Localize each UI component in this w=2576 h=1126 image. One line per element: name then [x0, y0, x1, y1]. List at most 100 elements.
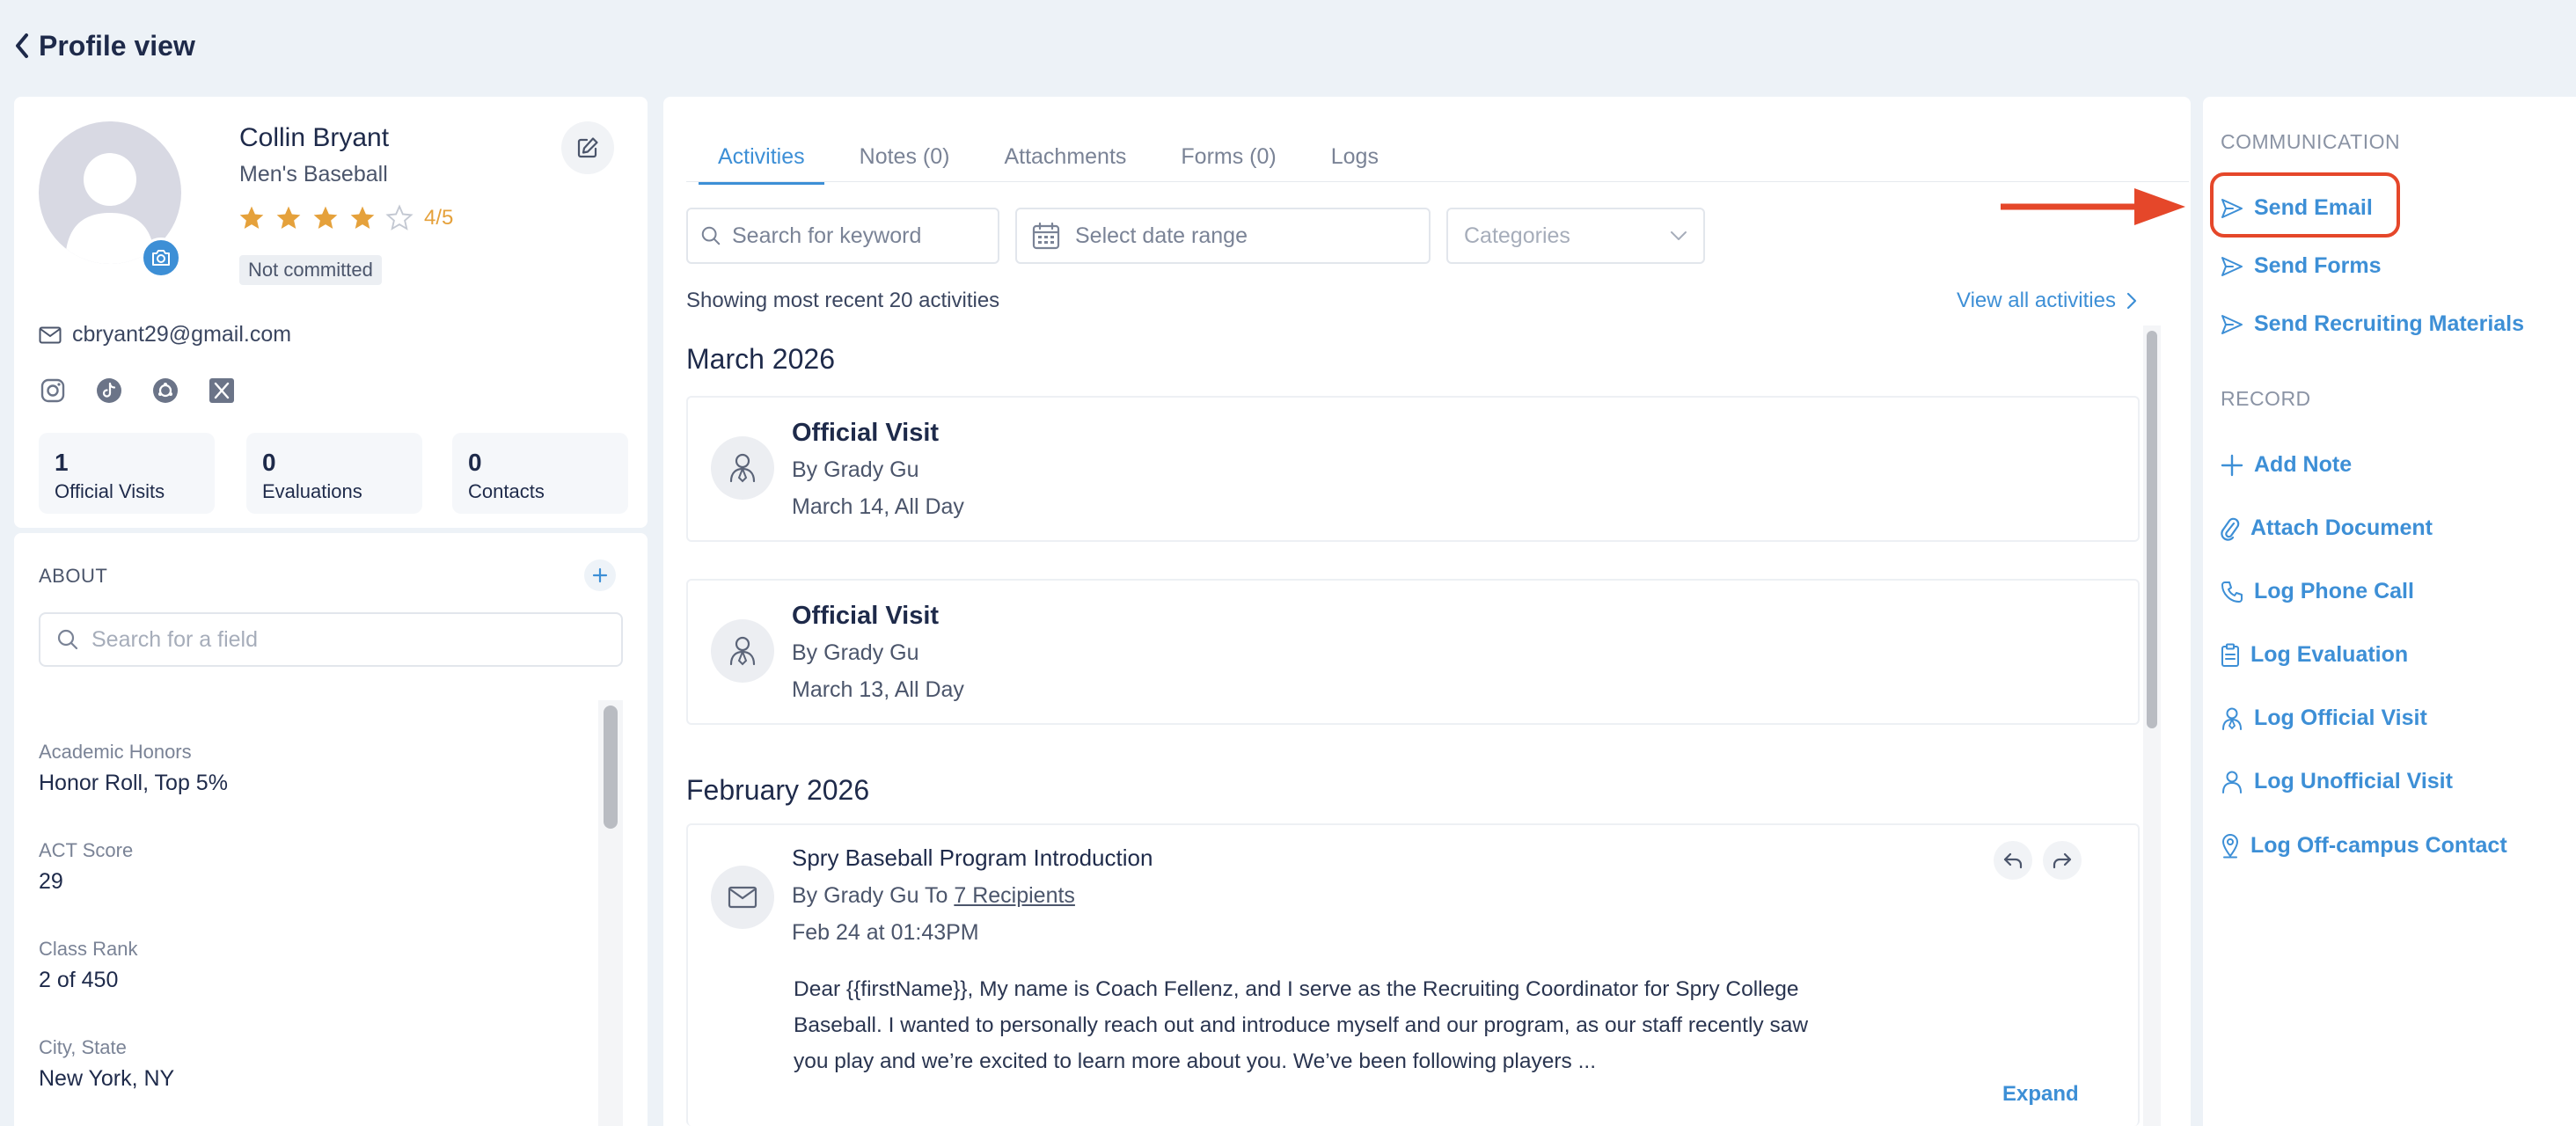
plus-icon [592, 567, 608, 583]
record-heading: RECORD [2221, 387, 2311, 410]
x-icon[interactable] [208, 377, 236, 405]
action-label: Send Forms [2254, 253, 2382, 278]
tab-logs[interactable]: Logs [1312, 141, 1398, 185]
profile-name: Collin Bryant [239, 123, 390, 152]
about-heading: ABOUT [39, 565, 108, 587]
star-filled-icon [313, 206, 338, 229]
phone-icon [2221, 581, 2243, 603]
send-recruiting-materials-action[interactable]: Send Recruiting Materials [2221, 311, 2524, 337]
clipboard-icon [2221, 643, 2240, 668]
attach-document-action[interactable]: Attach Document [2221, 515, 2433, 541]
email-subject: Spry Baseball Program Introduction [792, 844, 1153, 871]
rating-text: 4/5 [424, 206, 454, 230]
month-heading: February 2026 [686, 774, 870, 806]
field-search-placeholder: Search for a field [91, 626, 258, 652]
actions-panel [2203, 97, 2576, 1126]
showing-count-text: Showing most recent 20 activities [686, 289, 1000, 312]
action-label: Log Official Visit [2254, 706, 2427, 730]
field-value: 29 [39, 869, 63, 894]
stat-evaluations: 0 Evaluations [246, 433, 422, 514]
send-forms-action[interactable]: Send Forms [2221, 253, 2381, 279]
tiktok-icon[interactable] [95, 377, 123, 405]
keyword-search-input[interactable]: Search for keyword [686, 208, 999, 264]
forward-icon [2052, 852, 2073, 869]
about-field: Academic Honors Honor Roll, Top 5% [39, 741, 228, 796]
profile-email[interactable]: cbryant29@gmail.com [39, 322, 291, 347]
action-label: Attach Document [2250, 515, 2433, 540]
recipients-link[interactable]: 7 Recipients [954, 883, 1075, 908]
stat-value: 1 [55, 449, 69, 476]
star-filled-icon [239, 206, 264, 229]
official-visit-icon [2221, 706, 2243, 731]
field-search-input[interactable]: Search for a field [39, 612, 623, 667]
log-off-campus-contact-action[interactable]: Log Off-campus Contact [2221, 832, 2507, 859]
log-unofficial-visit-action[interactable]: Log Unofficial Visit [2221, 769, 2453, 794]
view-all-activities-link[interactable]: View all activities [1957, 289, 2137, 313]
fields-scrollbar[interactable] [604, 706, 618, 829]
star-rating: 4/5 [238, 204, 453, 232]
forward-button[interactable] [2043, 841, 2082, 880]
field-label: Academic Honors [39, 741, 192, 763]
categories-select[interactable]: Categories [1446, 208, 1705, 264]
activity-title: Official Visit [792, 602, 940, 630]
threads-icon[interactable] [151, 377, 179, 405]
stat-label: Contacts [468, 480, 545, 502]
reply-icon [2002, 852, 2023, 869]
view-all-label: View all activities [1957, 289, 2116, 312]
social-links [39, 377, 236, 405]
action-label: Add Note [2254, 452, 2353, 477]
date-range-placeholder: Select date range [1075, 223, 1248, 248]
send-email-action[interactable]: Send Email [2221, 195, 2373, 221]
add-field-button[interactable] [584, 559, 616, 591]
log-evaluation-action[interactable]: Log Evaluation [2221, 642, 2408, 668]
tab-activities[interactable]: Activities [699, 141, 824, 185]
date-range-picker[interactable]: Select date range [1015, 208, 1431, 264]
official-visit-icon [711, 619, 774, 683]
activity-author: By Grady Gu [792, 457, 919, 482]
categories-placeholder: Categories [1464, 223, 1570, 248]
log-official-visit-action[interactable]: Log Official Visit [2221, 706, 2427, 731]
send-icon [2221, 198, 2243, 219]
search-icon [56, 628, 79, 651]
email-by: By Grady Gu To [792, 883, 955, 908]
paperclip-icon [2221, 516, 2240, 541]
user-icon [2221, 770, 2243, 794]
add-note-action[interactable]: Add Note [2221, 452, 2352, 478]
activity-date: March 13, All Day [792, 677, 964, 702]
about-field: Class Rank 2 of 450 [39, 938, 137, 993]
about-field: ACT Score 29 [39, 839, 133, 895]
star-filled-icon [350, 206, 375, 229]
back-chevron-icon[interactable] [14, 33, 30, 59]
email-date: Feb 24 at 01:43PM [792, 920, 979, 945]
tabs-divider [686, 181, 2189, 182]
stat-label: Evaluations [262, 480, 362, 502]
camera-icon[interactable] [141, 238, 181, 278]
tab-attachments[interactable]: Attachments [984, 141, 1145, 185]
calendar-icon [1031, 221, 1061, 251]
tab-notes[interactable]: Notes (0) [840, 141, 970, 185]
edit-profile-button[interactable] [561, 121, 614, 174]
expand-link[interactable]: Expand [2002, 1082, 2079, 1107]
action-label: Log Unofficial Visit [2254, 769, 2453, 793]
email-body: Dear {{firstName}}, My name is Coach Fel… [794, 977, 1809, 1073]
field-label: City, State [39, 1036, 127, 1058]
reply-button[interactable] [1994, 841, 2032, 880]
instagram-icon[interactable] [39, 377, 67, 405]
action-label: Log Phone Call [2254, 579, 2414, 603]
action-label: Log Evaluation [2250, 642, 2409, 667]
page-title: Profile view [39, 29, 195, 62]
send-icon [2221, 314, 2243, 335]
tab-forms[interactable]: Forms (0) [1161, 141, 1295, 185]
plus-icon [2221, 454, 2243, 477]
status-badge: Not committed [239, 255, 382, 285]
stat-value: 0 [262, 449, 276, 476]
field-value: 2 of 450 [39, 968, 119, 992]
chevron-down-icon [1670, 230, 1687, 241]
star-filled-icon [276, 206, 301, 229]
field-value: Honor Roll, Top 5% [39, 771, 228, 795]
activities-scrollbar[interactable] [2147, 331, 2157, 728]
email-text: cbryant29@gmail.com [72, 322, 292, 347]
log-phone-call-action[interactable]: Log Phone Call [2221, 579, 2414, 604]
search-icon [700, 225, 721, 246]
chevron-right-icon [2126, 292, 2137, 310]
